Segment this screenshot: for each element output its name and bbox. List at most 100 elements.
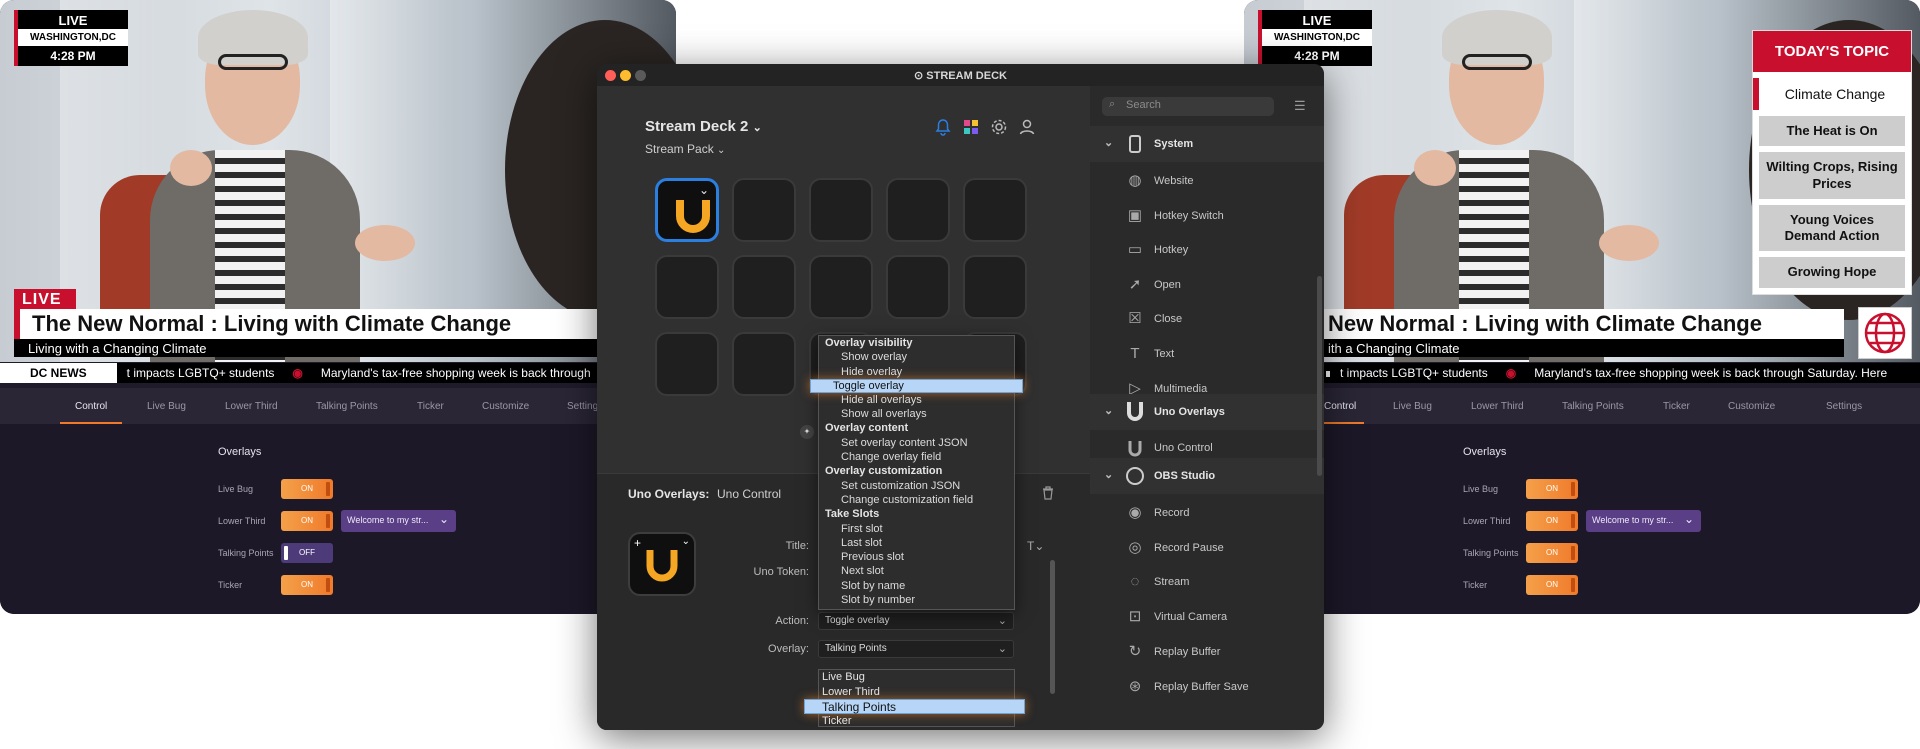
add-image-icon[interactable]: + bbox=[634, 536, 641, 550]
keyboard-icon: ▭ bbox=[1127, 241, 1143, 259]
action-item[interactable]: ▭ Hotkey bbox=[1090, 232, 1324, 266]
tab-control[interactable]: Control bbox=[1324, 401, 1356, 412]
key-slot[interactable] bbox=[732, 332, 796, 396]
action-item[interactable]: ◌ Stream bbox=[1090, 564, 1324, 598]
marketplace-icon[interactable] bbox=[962, 118, 980, 136]
bell-icon[interactable] bbox=[934, 118, 952, 136]
tab-settings[interactable]: Settings bbox=[1826, 401, 1862, 412]
menu-item[interactable]: First slot bbox=[819, 522, 1014, 536]
tab-customize[interactable]: Customize bbox=[482, 401, 529, 412]
tab-control[interactable]: Control bbox=[75, 401, 107, 412]
ticker-item: t impacts LGBTQ+ students bbox=[126, 366, 275, 380]
trash-icon[interactable] bbox=[1041, 486, 1055, 500]
chevron-down-icon[interactable]: ⌄ bbox=[682, 536, 690, 547]
key-slot[interactable] bbox=[732, 178, 796, 242]
page-indicator-icon[interactable]: ✦ bbox=[800, 425, 814, 439]
tab-lower-third[interactable]: Lower Third bbox=[1471, 401, 1524, 412]
gear-icon[interactable] bbox=[990, 118, 1008, 136]
tab-customize[interactable]: Customize bbox=[1728, 401, 1775, 412]
account-icon[interactable] bbox=[1018, 118, 1036, 136]
replay-buffer-save-icon: ⊛ bbox=[1128, 677, 1142, 695]
key-slot[interactable] bbox=[732, 255, 796, 319]
menu-item[interactable]: Last slot bbox=[819, 536, 1014, 550]
ticker-toggle[interactable]: ON bbox=[1526, 575, 1578, 595]
key-slot[interactable] bbox=[886, 178, 950, 242]
tab-talking-points[interactable]: Talking Points bbox=[1562, 401, 1624, 412]
key-slot[interactable] bbox=[655, 255, 719, 319]
live-bug-toggle[interactable]: ON bbox=[281, 479, 333, 499]
action-item[interactable]: ⊡ Virtual Camera bbox=[1090, 599, 1324, 633]
action-item[interactable]: ☒ Close bbox=[1090, 301, 1324, 335]
menu-item[interactable]: Show overlay bbox=[819, 350, 1014, 364]
live-bug-toggle[interactable]: ON bbox=[1526, 479, 1578, 499]
key-slot[interactable] bbox=[963, 178, 1027, 242]
profile-selector[interactable]: Stream Pack ⌄ bbox=[645, 142, 725, 156]
menu-item[interactable]: Slot by name bbox=[819, 579, 1014, 593]
row-label: Live Bug bbox=[218, 484, 254, 494]
uno-icon bbox=[1126, 400, 1144, 421]
tab-live-bug[interactable]: Live Bug bbox=[147, 401, 186, 412]
topics-header: TODAY'S TOPIC bbox=[1753, 31, 1911, 72]
ticker-toggle[interactable]: ON bbox=[281, 575, 333, 595]
menu-item[interactable]: Hide all overlays bbox=[819, 393, 1014, 407]
category-uno-overlays[interactable]: ⌄ Uno Overlays bbox=[1090, 394, 1324, 430]
overlay-option[interactable]: Talking Points bbox=[804, 699, 1025, 714]
tab-ticker[interactable]: Ticker bbox=[417, 401, 444, 412]
menu-item[interactable]: Previous slot bbox=[819, 550, 1014, 564]
action-select[interactable]: Toggle overlay ⌄ bbox=[818, 612, 1014, 630]
lower-third-toggle[interactable]: ON bbox=[281, 511, 333, 531]
key-preview[interactable]: + ⌄ bbox=[628, 532, 696, 596]
talking-points-toggle[interactable]: OFF bbox=[281, 543, 333, 563]
action-item[interactable]: ➚ Open bbox=[1090, 267, 1324, 301]
menu-item[interactable]: Show all overlays bbox=[819, 407, 1014, 421]
key-slot[interactable] bbox=[963, 255, 1027, 319]
action-item[interactable]: ⊛ Replay Buffer Save bbox=[1090, 669, 1324, 703]
key-slot[interactable] bbox=[809, 255, 873, 319]
props-scrollbar[interactable] bbox=[1050, 560, 1055, 694]
menu-item[interactable]: Set customization JSON bbox=[819, 479, 1014, 493]
tab-ticker[interactable]: Ticker bbox=[1663, 401, 1690, 412]
device-selector[interactable]: Stream Deck 2 ⌄ bbox=[645, 118, 762, 135]
search-input[interactable]: ⌕ Search bbox=[1102, 97, 1274, 116]
tab-settings[interactable]: Setting bbox=[567, 401, 598, 412]
category-obs-studio[interactable]: ⌄ OBS Studio bbox=[1090, 458, 1324, 494]
category-system[interactable]: ⌄ System bbox=[1090, 126, 1324, 162]
overlay-option[interactable]: Live Bug bbox=[819, 670, 1014, 685]
tab-talking-points[interactable]: Talking Points bbox=[316, 401, 378, 412]
chevron-down-icon: ⌄ bbox=[997, 615, 1007, 627]
action-item[interactable]: ◍ Website bbox=[1090, 163, 1324, 197]
lower-third-select[interactable]: Welcome to my str... bbox=[341, 510, 456, 532]
menu-item[interactable]: Next slot bbox=[819, 564, 1014, 578]
menu-item[interactable]: Change customization field bbox=[819, 493, 1014, 507]
streamdeck-logo-icon: ⊙ bbox=[914, 70, 927, 82]
overlays-title: Overlays bbox=[1463, 446, 1507, 458]
key-slot[interactable] bbox=[886, 255, 950, 319]
menu-item[interactable]: Set overlay content JSON bbox=[819, 436, 1014, 450]
tab-live-bug[interactable]: Live Bug bbox=[1393, 401, 1432, 412]
menu-group-header: Overlay customization bbox=[825, 465, 943, 478]
title-format-icon[interactable]: T⌄ bbox=[1021, 537, 1044, 555]
lower-third-select[interactable]: Welcome to my str... bbox=[1586, 510, 1701, 532]
list-view-icon[interactable]: ☰ bbox=[1294, 98, 1306, 114]
key-slot[interactable] bbox=[809, 178, 873, 242]
key-slot[interactable] bbox=[655, 332, 719, 396]
lower-third-toggle[interactable]: ON bbox=[1526, 511, 1578, 531]
overlay-option[interactable]: Ticker bbox=[819, 714, 1014, 729]
menu-item[interactable]: Toggle overlay bbox=[810, 378, 1023, 393]
talking-points-toggle[interactable]: ON bbox=[1526, 543, 1578, 563]
action-item[interactable]: ◉ Record bbox=[1090, 495, 1324, 529]
tab-lower-third[interactable]: Lower Third bbox=[225, 401, 278, 412]
menu-item[interactable]: Hide overlay bbox=[819, 365, 1014, 379]
menu-item[interactable]: Slot by number bbox=[819, 593, 1014, 607]
key-uno-control[interactable] bbox=[655, 178, 719, 242]
action-item[interactable]: ↻ Replay Buffer bbox=[1090, 634, 1324, 668]
menu-item[interactable]: Change overlay field bbox=[819, 450, 1014, 464]
overlay-option[interactable]: Lower Third bbox=[819, 685, 1014, 700]
action-item[interactable]: ▣ Hotkey Switch bbox=[1090, 198, 1324, 232]
token-label: Uno Token: bbox=[753, 566, 809, 578]
sidebar-scrollbar[interactable] bbox=[1317, 276, 1322, 476]
chevron-down-icon: ⌄ bbox=[1104, 405, 1114, 417]
overlay-select[interactable]: Talking Points ⌄ bbox=[818, 640, 1014, 658]
action-item[interactable]: T Text bbox=[1090, 336, 1324, 370]
action-item[interactable]: ◎ Record Pause bbox=[1090, 530, 1324, 564]
